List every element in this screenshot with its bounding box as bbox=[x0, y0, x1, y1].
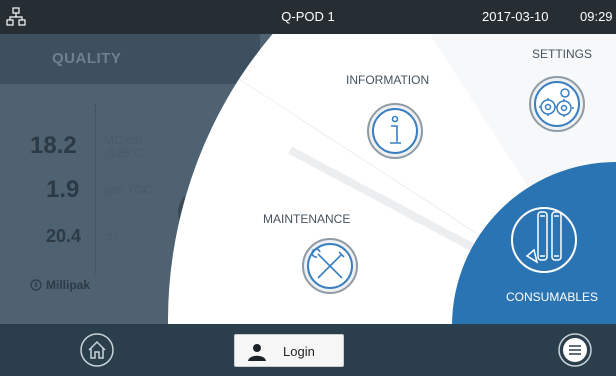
information-button[interactable] bbox=[367, 103, 423, 159]
settings-label[interactable]: SETTINGS bbox=[532, 47, 592, 61]
home-button[interactable] bbox=[79, 332, 115, 368]
login-button[interactable]: Login bbox=[234, 334, 344, 367]
maintenance-button[interactable] bbox=[302, 238, 358, 294]
bottom-bar: Login bbox=[0, 324, 616, 376]
main-menu-wheel bbox=[167, 34, 616, 324]
menu-button[interactable] bbox=[557, 332, 593, 368]
app-screen: Q-POD 1 2017-03-10 09:29 QUALITY 18.2 MΩ… bbox=[0, 0, 616, 376]
user-icon bbox=[248, 344, 266, 361]
information-label[interactable]: INFORMATION bbox=[346, 73, 429, 87]
maintenance-label[interactable]: MAINTENANCE bbox=[263, 212, 350, 226]
home-icon bbox=[88, 340, 106, 359]
login-label: Login bbox=[283, 344, 315, 359]
settings-button[interactable] bbox=[529, 76, 585, 132]
consumables-label[interactable]: CONSUMABLES bbox=[506, 290, 598, 304]
